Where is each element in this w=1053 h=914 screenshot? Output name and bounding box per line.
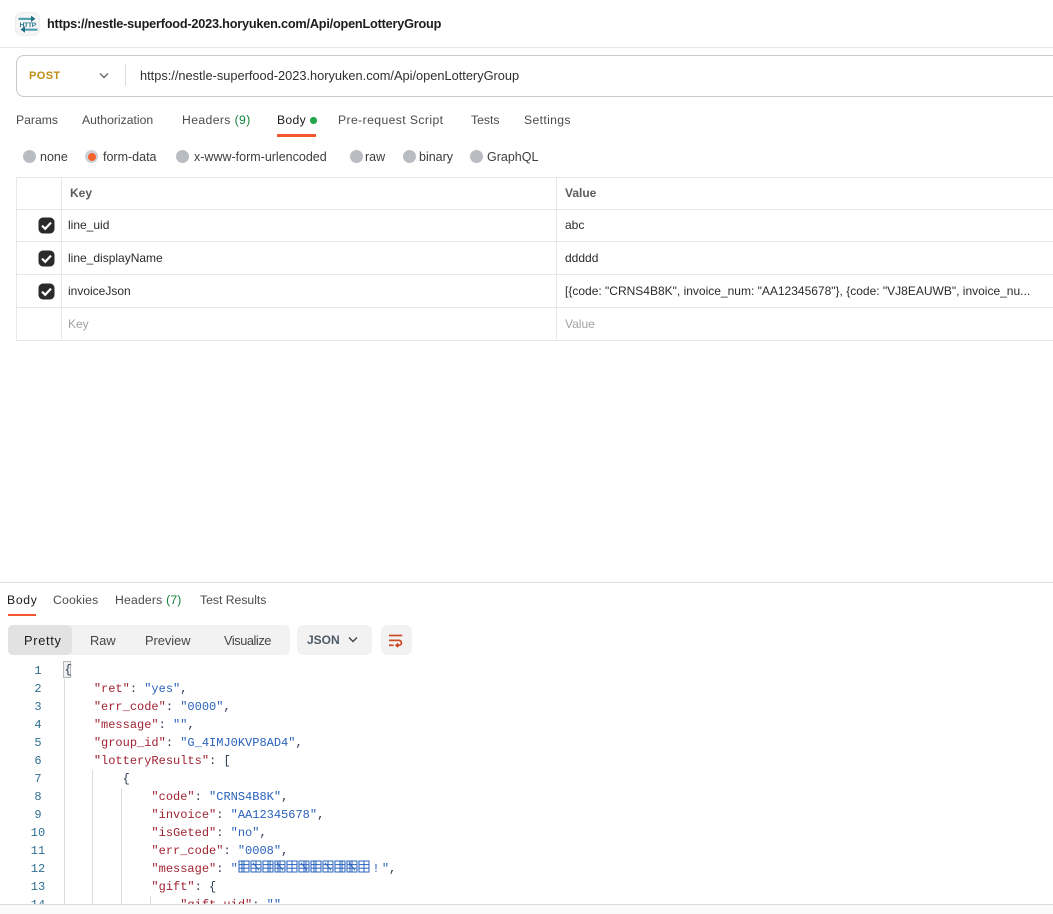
- svg-text:HTTP: HTTP: [20, 22, 37, 29]
